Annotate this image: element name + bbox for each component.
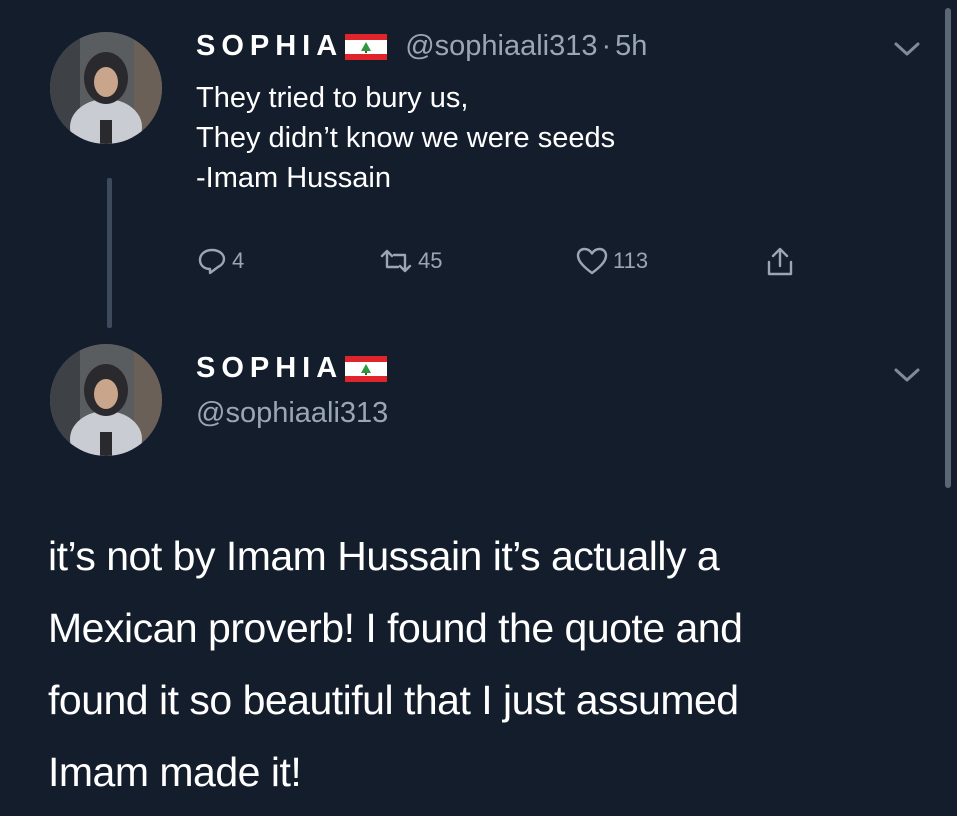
retweet-button[interactable]: 45	[378, 246, 442, 276]
retweet-icon	[380, 249, 412, 273]
chevron-down-icon[interactable]	[893, 366, 921, 384]
tweet-text: They tried to bury us, They didn’t know …	[196, 78, 615, 198]
reply-line: Imam made it!	[48, 749, 302, 795]
reply-line: Mexican proverb! I found the quote and	[48, 605, 743, 651]
reply-count: 4	[232, 248, 245, 273]
retweet-count: 45	[418, 248, 443, 273]
like-button[interactable]: 113	[575, 246, 648, 276]
tweet-header: SOPHIA @sophiaali313 · 5h	[196, 30, 647, 63]
avatar[interactable]	[50, 32, 162, 144]
thread-line	[107, 178, 112, 328]
lebanon-flag-icon	[345, 33, 388, 60]
tweet-line: They didn’t know we were seeds	[196, 122, 616, 154]
timestamp[interactable]: 5h	[615, 30, 647, 63]
separator-dot: ·	[601, 30, 612, 62]
tweet-line: -Imam Hussain	[196, 162, 391, 194]
lebanon-flag-icon	[345, 355, 388, 382]
tweet-line: They tried to bury us,	[196, 82, 469, 114]
reply-line: found it so beautiful that I just assume…	[48, 677, 739, 723]
heart-icon	[576, 247, 608, 275]
scrollbar[interactable]	[945, 8, 951, 488]
share-icon	[767, 247, 793, 276]
reply-line: it’s not by Imam Hussain it’s actually a	[48, 533, 720, 579]
avatar[interactable]	[50, 344, 162, 456]
display-name[interactable]: SOPHIA	[196, 352, 343, 385]
display-name[interactable]: SOPHIA	[196, 30, 343, 63]
share-button[interactable]	[764, 246, 800, 278]
reply-header: SOPHIA	[196, 352, 405, 385]
reply-text: it’s not by Imam Hussain it’s actually a…	[48, 520, 743, 808]
handle[interactable]: @sophiaali313	[405, 30, 597, 63]
reply-icon	[198, 248, 226, 275]
chevron-down-icon[interactable]	[893, 40, 921, 58]
like-count: 113	[613, 248, 649, 273]
reply-button[interactable]: 4	[196, 246, 244, 276]
handle[interactable]: @sophiaali313	[196, 397, 388, 430]
